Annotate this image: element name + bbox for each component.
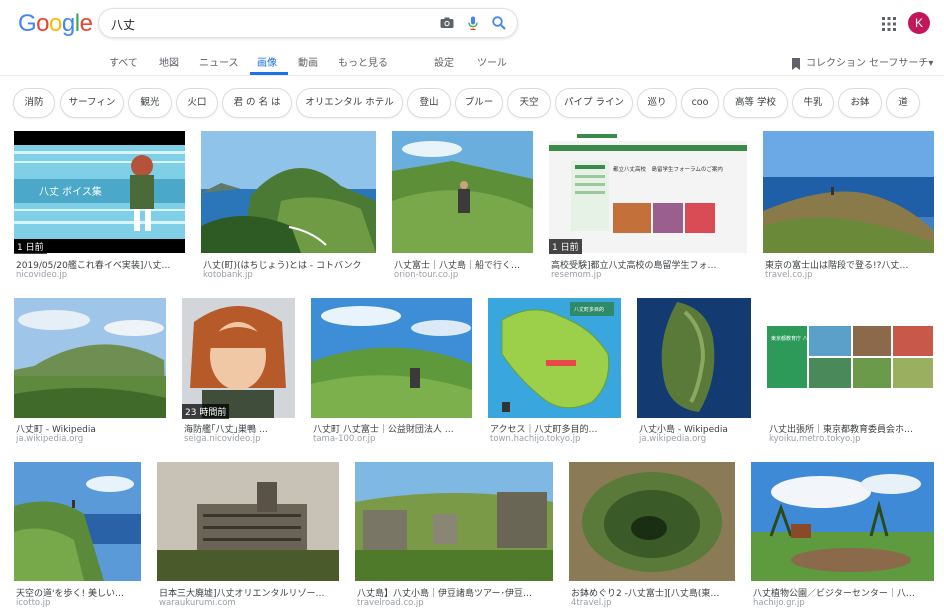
tab-images[interactable]: 画像 [257,54,277,69]
chip-filter[interactable]: 観光 [128,88,172,118]
chip-filter[interactable]: 登山 [407,88,451,118]
result-thumbnail[interactable] [637,298,751,418]
result-thumbnail[interactable] [763,131,934,253]
result-source: kotobank.jp [203,270,253,280]
result-thumbnail[interactable]: 東京都教育庁 八丈出張所 [767,298,934,418]
header-divider [0,75,944,76]
logo-letter: e [79,10,93,37]
search-icon[interactable] [491,15,507,31]
thumbnail-title: 都立八丈高校 島留学生フォーラムのご案内 [613,165,723,173]
result-thumbnail[interactable] [157,462,339,581]
result-source: seiga.nicovideo.jp [184,434,261,444]
camera-icon[interactable] [439,15,455,31]
search-box [98,8,518,38]
result-source: nicovideo.jp [16,270,68,280]
bookmark-icon[interactable] [791,55,801,70]
result-thumbnail[interactable]: 八丈 ボイス集 [14,131,185,253]
chip-filter[interactable]: お鉢 [838,88,882,118]
tab-settings[interactable]: 設定 [434,54,454,69]
apps-grid-icon[interactable] [882,16,896,31]
result-source: tama-100.or.jp [313,434,376,444]
tab-news[interactable]: ニュース [199,54,239,69]
result-thumbnail[interactable] [355,462,553,581]
search-input[interactable] [111,14,411,34]
time-badge: 23 時間前 [182,404,230,419]
result-source: hachijo.gr.jp [753,598,805,608]
google-logo[interactable]: Google [18,10,93,38]
result-source: icotto.jp [16,598,51,608]
result-source: 4travel.jp [571,598,612,608]
chip-filter[interactable]: 牛乳 [792,88,834,118]
chip-filter[interactable]: 巡り [637,88,677,118]
result-source: orion-tour.co.jp [394,270,459,280]
tab-more[interactable]: もっと見る [338,54,388,69]
account-avatar[interactable]: K [908,12,930,34]
result-thumbnail[interactable]: 八丈町多目的 [488,298,621,418]
result-thumbnail[interactable] [182,298,295,418]
result-thumbnail[interactable] [14,298,166,418]
tab-all[interactable]: すべて [109,54,138,69]
result-thumbnail[interactable]: 都立八丈高校 島留学生フォーラムのご案内 [549,131,747,253]
result-source: town.hachijo.tokyo.jp [490,434,581,444]
chip-filter[interactable]: 火口 [176,88,218,118]
result-source: travelroad.co.jp [357,598,424,608]
logo-letter: G [18,10,37,37]
chip-filter[interactable]: オリエンタル ホテル [296,88,403,118]
result-source: resemom.jp [551,270,602,280]
result-source: travel.co.jp [765,270,813,280]
microphone-icon[interactable] [465,15,481,31]
result-source: waraukurumi.com [159,598,236,608]
tab-maps[interactable]: 地図 [159,54,179,69]
time-badge: 1 日前 [549,239,582,254]
chip-filter[interactable]: 天空 [507,88,551,118]
result-source: kyoiku.metro.tokyo.jp [769,434,861,444]
chip-filter[interactable]: 消防 [13,88,55,118]
result-source: ja.wikipedia.org [16,434,84,444]
chip-filter[interactable]: パイプ ライン [555,88,633,118]
safesearch-dropdown[interactable]: セーフサーチ▾ [869,54,933,69]
logo-letter: o [49,10,62,37]
tab-videos[interactable]: 動画 [298,54,318,69]
thumbnail-title: 八丈 ボイス集 [39,185,102,198]
result-source: ja.wikipedia.org [639,434,707,444]
chip-filter[interactable]: coo [681,88,719,118]
result-thumbnail[interactable] [751,462,934,581]
result-thumbnail[interactable] [311,298,472,418]
chip-filter[interactable]: 君 の 名 は [222,88,292,118]
result-thumbnail[interactable] [569,462,735,581]
chip-filter[interactable]: サーフィン [60,88,124,118]
result-thumbnail[interactable] [14,462,141,581]
time-badge: 1 日前 [14,239,47,254]
logo-letter: o [36,10,50,37]
chip-filter[interactable]: 道 [886,88,920,118]
result-thumbnail[interactable] [392,131,533,253]
thumbnail-title: 八丈町多目的 [574,306,604,313]
result-thumbnail[interactable] [201,131,376,253]
tab-tools[interactable]: ツール [477,54,507,69]
chip-filter[interactable]: ブルー [455,88,503,118]
collections-link[interactable]: コレクション [806,54,866,69]
chip-filter[interactable]: 高等 学校 [723,88,788,118]
logo-letter: g [61,10,75,37]
